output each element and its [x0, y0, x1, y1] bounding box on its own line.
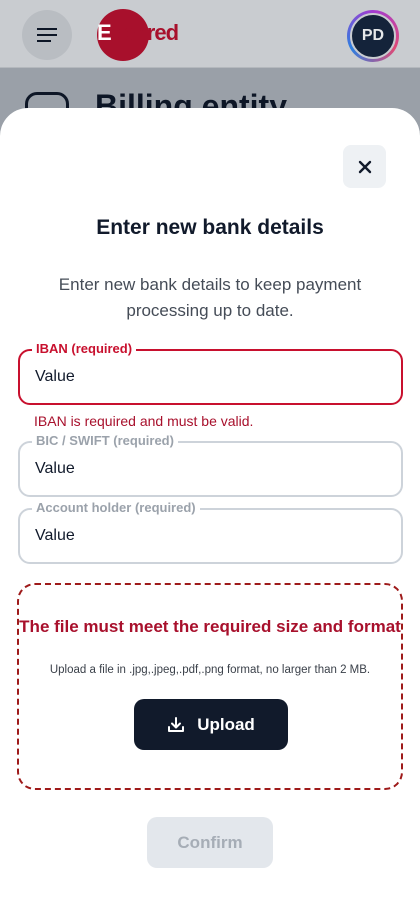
account-holder-value: Value	[35, 527, 75, 544]
iban-value: Value	[35, 368, 75, 385]
close-icon	[358, 160, 371, 173]
iban-field[interactable]: IBAN (required) Value	[18, 341, 403, 405]
file-dropzone[interactable]: The file must meet the required size and…	[17, 583, 403, 790]
confirm-button[interactable]: Confirm	[147, 817, 273, 868]
user-avatar[interactable]: PD	[347, 10, 399, 62]
bic-swift-value: Value	[35, 460, 75, 477]
menu-icon	[37, 28, 57, 42]
close-button[interactable]	[343, 145, 386, 188]
iban-error-message: IBAN is required and must be valid.	[34, 413, 254, 429]
modal-title: Enter new bank details	[96, 216, 324, 239]
upload-icon	[168, 716, 185, 732]
bank-details-modal: Enter new bank details Enter new bank de…	[0, 108, 420, 911]
brand-logo-text: Edenred	[97, 20, 179, 45]
bic-swift-label: BIC / SWIFT (required)	[32, 433, 178, 448]
avatar-initials: PD	[350, 13, 396, 59]
dropzone-error-title: The file must meet the required size and…	[19, 617, 401, 636]
dropzone-hint: Upload a file in .jpg,.jpeg,.pdf,.png fo…	[49, 664, 371, 676]
app-header: Edenred PD	[0, 0, 420, 68]
menu-button[interactable]	[22, 10, 72, 60]
account-holder-label: Account holder (required)	[32, 500, 200, 515]
upload-button[interactable]: Upload	[134, 699, 288, 750]
bic-swift-field[interactable]: BIC / SWIFT (required) Value	[18, 433, 403, 497]
modal-description: Enter new bank details to keep payment p…	[58, 275, 362, 320]
iban-label: IBAN (required)	[32, 341, 137, 356]
account-holder-field[interactable]: Account holder (required) Value	[18, 500, 403, 564]
upload-button-label: Upload	[197, 714, 255, 734]
